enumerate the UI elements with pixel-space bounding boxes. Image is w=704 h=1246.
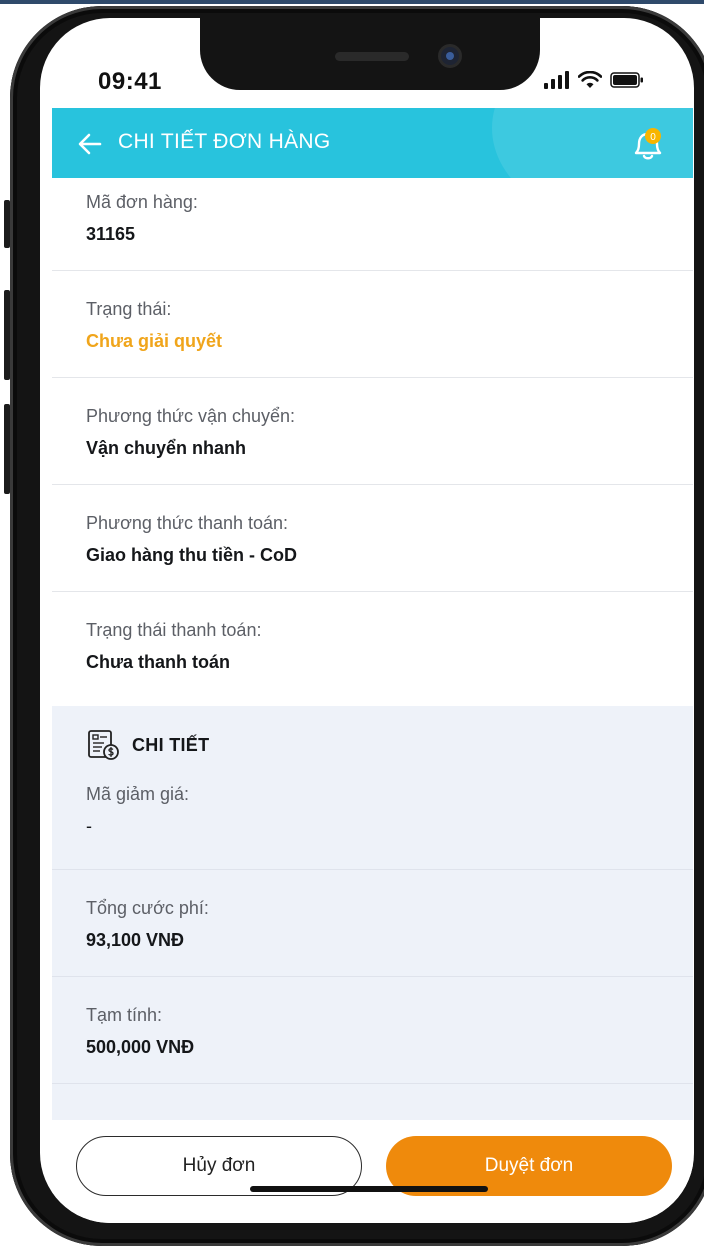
shipping-method-label: Phương thức vận chuyển: bbox=[86, 406, 296, 426]
details-section: CHI TIẾT Mã giảm giá: - Tổng cước phí: 9… bbox=[52, 706, 693, 1120]
discount-code-row: Mã giảm giá: - bbox=[52, 762, 693, 870]
order-id-row: Mã đơn hàng: 31165 bbox=[52, 178, 693, 271]
order-status-value: Chưa giải quyết bbox=[86, 331, 223, 351]
payment-status-row: Trạng thái thanh toán: Chưa thanh toán bbox=[52, 592, 693, 699]
battery-icon bbox=[610, 72, 643, 88]
front-camera bbox=[438, 44, 462, 68]
page-top-border bbox=[0, 0, 704, 4]
total-fee-value: 93,100 VNĐ bbox=[86, 930, 185, 950]
order-info-list: Mã đơn hàng: 31165 Trạng thái: Chưa giải… bbox=[52, 178, 693, 699]
action-footer: Hủy đơn Duyệt đơn bbox=[52, 1122, 693, 1223]
signal-icon bbox=[544, 71, 569, 89]
notification-badge-count: 0 bbox=[650, 132, 656, 143]
back-button[interactable] bbox=[74, 128, 106, 160]
shipping-method-value: Vận chuyển nhanh bbox=[86, 438, 247, 458]
bell-icon: 0 bbox=[634, 128, 662, 160]
total-fee-label: Tổng cước phí: bbox=[86, 898, 209, 918]
details-title: CHI TIẾT bbox=[132, 734, 210, 755]
subtotal-row: Tạm tính: 500,000 VNĐ bbox=[52, 977, 693, 1084]
home-indicator[interactable] bbox=[250, 1186, 488, 1192]
notch bbox=[200, 18, 540, 90]
discount-code-label: Mã giảm giá: bbox=[86, 784, 190, 804]
payment-method-row: Phương thức thanh toán: Giao hàng thu ti… bbox=[52, 485, 693, 592]
discount-code-value: - bbox=[86, 816, 92, 836]
arrow-left-icon bbox=[78, 133, 102, 155]
app-header: CHI TIẾT ĐƠN HÀNG 0 bbox=[52, 108, 693, 178]
phone-screen: 09:41 CHI TIẾT ĐƠN HÀNG 0 Mã đơn hàng: 3… bbox=[40, 18, 694, 1223]
invoice-icon bbox=[88, 730, 119, 760]
order-id-label: Mã đơn hàng: bbox=[86, 192, 198, 212]
page-title: CHI TIẾT ĐƠN HÀNG bbox=[118, 130, 331, 153]
payment-method-value: Giao hàng thu tiền - CoD bbox=[86, 545, 297, 565]
notification-button[interactable]: 0 bbox=[628, 124, 668, 164]
payment-status-value: Chưa thanh toán bbox=[86, 652, 231, 672]
status-bar: 09:41 bbox=[40, 18, 694, 108]
shipping-method-row: Phương thức vận chuyển: Vận chuyển nhanh bbox=[52, 378, 693, 485]
status-icons bbox=[544, 68, 644, 92]
details-header: CHI TIẾT bbox=[86, 728, 209, 762]
wifi-icon bbox=[578, 71, 602, 88]
status-time: 09:41 bbox=[98, 68, 162, 95]
subtotal-value: 500,000 VNĐ bbox=[86, 1037, 195, 1057]
speaker bbox=[335, 52, 409, 61]
phone-frame: 09:41 CHI TIẾT ĐƠN HÀNG 0 Mã đơn hàng: 3… bbox=[10, 6, 704, 1246]
order-id-value: 31165 bbox=[86, 224, 136, 244]
payment-method-label: Phương thức thanh toán: bbox=[86, 513, 289, 533]
order-status-row: Trạng thái: Chưa giải quyết bbox=[52, 271, 693, 378]
subtotal-label: Tạm tính: bbox=[86, 1005, 163, 1025]
order-detail-screen: CHI TIẾT ĐƠN HÀNG 0 Mã đơn hàng: 31165 T… bbox=[52, 108, 693, 1223]
payment-status-label: Trạng thái thanh toán: bbox=[86, 620, 262, 640]
order-status-label: Trạng thái: bbox=[86, 299, 172, 319]
total-fee-row: Tổng cước phí: 93,100 VNĐ bbox=[52, 870, 693, 977]
